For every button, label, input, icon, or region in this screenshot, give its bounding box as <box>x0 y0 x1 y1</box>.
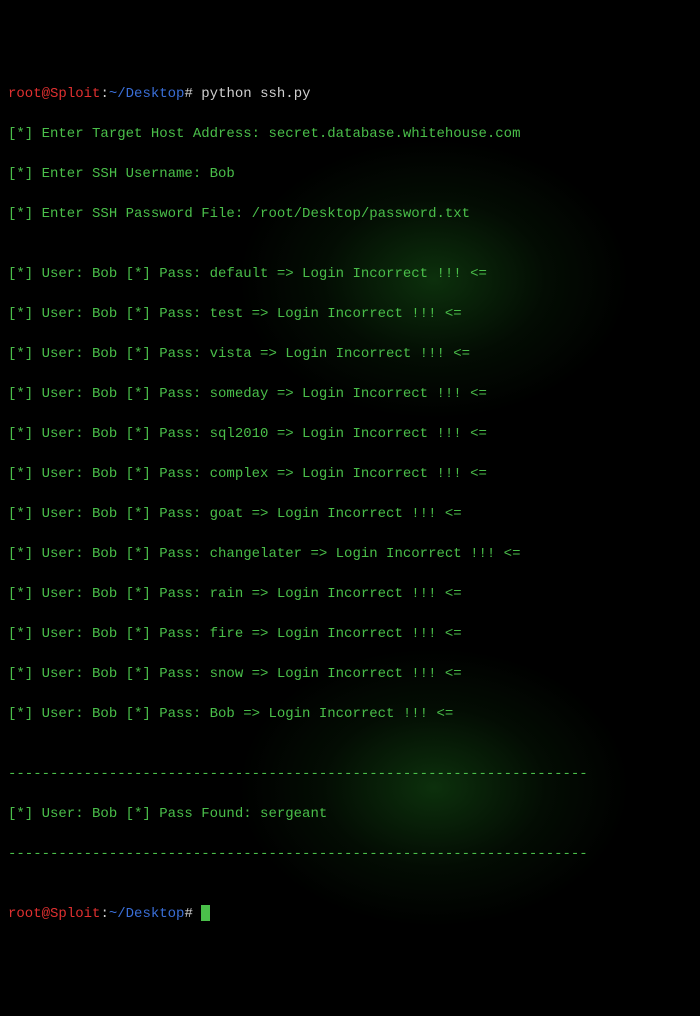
attempt-line: [*] User: Bob [*] Pass: changelater => L… <box>8 544 692 564</box>
attempt-line: [*] User: Bob [*] Pass: goat => Login In… <box>8 504 692 524</box>
found-line: [*] User: Bob [*] Pass Found: sergeant <box>8 804 692 824</box>
prompt-hash: # <box>184 906 192 922</box>
input-line: [*] Enter SSH Username: Bob <box>8 164 692 184</box>
attempt-line: [*] User: Bob [*] Pass: sql2010 => Login… <box>8 424 692 444</box>
prompt-host: Sploit <box>50 86 100 102</box>
input-line: [*] Enter SSH Password File: /root/Deskt… <box>8 204 692 224</box>
attempt-line: [*] User: Bob [*] Pass: fire => Login In… <box>8 624 692 644</box>
prompt-at: @ <box>42 86 50 102</box>
divider-line: ----------------------------------------… <box>8 764 692 784</box>
prompt-colon: : <box>100 86 108 102</box>
attempt-line: [*] User: Bob [*] Pass: Bob => Login Inc… <box>8 704 692 724</box>
prompt-user: root <box>8 86 42 102</box>
prompt-user: root <box>8 906 42 922</box>
command-text: python ssh.py <box>201 86 310 102</box>
input-line: [*] Enter Target Host Address: secret.da… <box>8 124 692 144</box>
attempt-line: [*] User: Bob [*] Pass: test => Login In… <box>8 304 692 324</box>
divider-line: ----------------------------------------… <box>8 844 692 864</box>
attempt-line: [*] User: Bob [*] Pass: vista => Login I… <box>8 344 692 364</box>
prompt-path: ~/Desktop <box>109 906 185 922</box>
prompt-line-2[interactable]: root@Sploit:~/Desktop# <box>8 904 692 924</box>
prompt-at: @ <box>42 906 50 922</box>
prompt-line-1: root@Sploit:~/Desktop# python ssh.py <box>8 84 692 104</box>
cursor-block[interactable] <box>201 905 210 921</box>
prompt-path: ~/Desktop <box>109 86 185 102</box>
attempt-line: [*] User: Bob [*] Pass: default => Login… <box>8 264 692 284</box>
attempt-line: [*] User: Bob [*] Pass: complex => Login… <box>8 464 692 484</box>
attempt-line: [*] User: Bob [*] Pass: someday => Login… <box>8 384 692 404</box>
attempt-line: [*] User: Bob [*] Pass: rain => Login In… <box>8 584 692 604</box>
prompt-colon: : <box>100 906 108 922</box>
prompt-hash: # <box>184 86 192 102</box>
prompt-host: Sploit <box>50 906 100 922</box>
attempt-line: [*] User: Bob [*] Pass: snow => Login In… <box>8 664 692 684</box>
